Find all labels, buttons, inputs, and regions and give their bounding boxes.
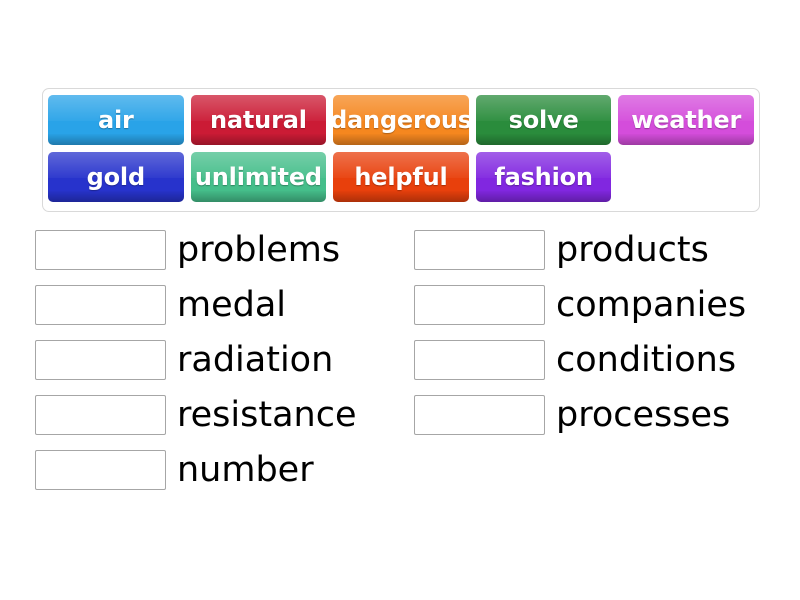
answer-column-left: problems medal radiation resistance numb… <box>35 228 356 503</box>
word-tile-label: dangerous <box>333 106 469 134</box>
answer-label: problems <box>177 230 341 270</box>
word-bank-empty-cell <box>618 152 754 202</box>
drop-slot-conditions[interactable] <box>414 340 545 380</box>
word-tile-unlimited[interactable]: unlimited <box>190 152 327 202</box>
answer-row: conditions <box>414 338 746 382</box>
answer-column-right: products companies conditions processes <box>414 228 746 448</box>
word-tile-gold[interactable]: gold <box>48 152 184 202</box>
answer-row: problems <box>35 228 356 272</box>
answer-row: radiation <box>35 338 356 382</box>
word-tile-fashion[interactable]: fashion <box>475 152 612 202</box>
drop-slot-products[interactable] <box>414 230 545 270</box>
word-bank-row-2: gold unlimited helpful fashion <box>48 152 754 202</box>
word-tile-label: gold <box>86 163 145 191</box>
answer-row: medal <box>35 283 356 327</box>
word-tile-weather[interactable]: weather <box>618 95 754 145</box>
answer-row: processes <box>414 393 746 437</box>
drop-slot-companies[interactable] <box>414 285 545 325</box>
answer-label: processes <box>556 395 731 435</box>
answer-label: companies <box>556 285 747 325</box>
answer-label: resistance <box>177 395 357 435</box>
word-tile-label: fashion <box>494 163 593 191</box>
drop-slot-problems[interactable] <box>35 230 166 270</box>
word-tile-dangerous[interactable]: dangerous <box>333 95 469 145</box>
drop-slot-medal[interactable] <box>35 285 166 325</box>
drop-slot-radiation[interactable] <box>35 340 166 380</box>
word-tile-solve[interactable]: solve <box>475 95 612 145</box>
answer-label: medal <box>177 285 287 325</box>
answer-label: radiation <box>177 340 334 380</box>
word-bank-row-1: air natural dangerous solve weather <box>48 95 754 145</box>
word-tile-label: solve <box>508 106 579 134</box>
word-tile-label: air <box>97 106 134 134</box>
answer-label: products <box>556 230 709 270</box>
answer-label: conditions <box>556 340 737 380</box>
answer-row: resistance <box>35 393 356 437</box>
word-tile-label: helpful <box>354 163 448 191</box>
word-tile-air[interactable]: air <box>48 95 184 145</box>
answer-row: number <box>35 448 356 492</box>
drop-slot-processes[interactable] <box>414 395 545 435</box>
answer-label: number <box>177 450 314 490</box>
word-tile-label: unlimited <box>194 163 322 191</box>
drop-slot-resistance[interactable] <box>35 395 166 435</box>
word-tile-label: natural <box>210 106 307 134</box>
drop-slot-number[interactable] <box>35 450 166 490</box>
word-tile-label: weather <box>631 106 742 134</box>
answer-row: products <box>414 228 746 272</box>
word-bank-panel: air natural dangerous solve weather gold… <box>42 88 760 212</box>
word-tile-natural[interactable]: natural <box>190 95 327 145</box>
matching-activity: air natural dangerous solve weather gold… <box>0 0 800 600</box>
word-tile-helpful[interactable]: helpful <box>333 152 469 202</box>
answer-row: companies <box>414 283 746 327</box>
